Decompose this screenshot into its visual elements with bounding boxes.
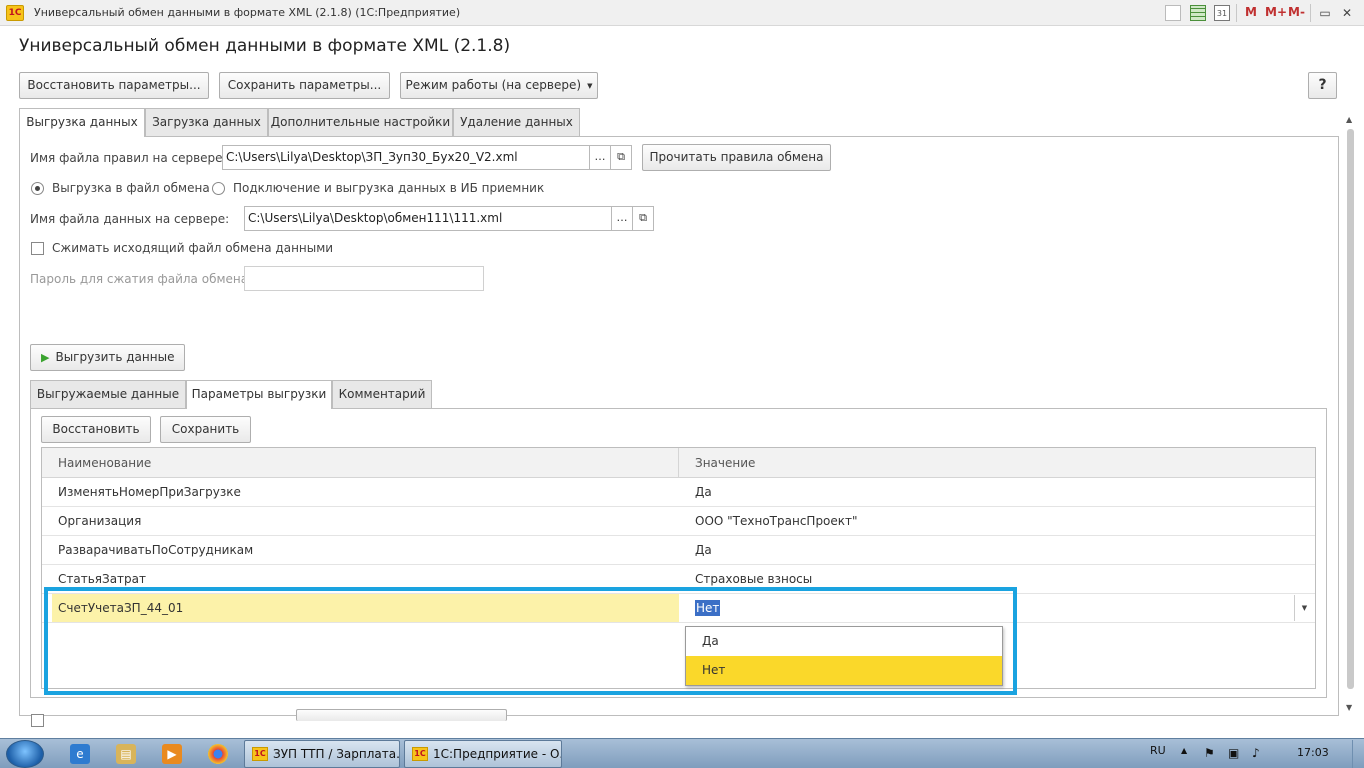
toolbar-separator xyxy=(1310,4,1311,22)
taskbar-window-1c-label: 1С:Предприятие - О... xyxy=(433,747,562,761)
column-header-name[interactable]: Наименование xyxy=(42,448,679,478)
window-title: Универсальный обмен данными в формате XM… xyxy=(34,6,461,19)
password-label: Пароль для сжатия файла обмена: xyxy=(30,272,253,286)
row-value: ООО "ТехноТрансПроект" xyxy=(695,514,858,528)
app-logo-icon: 1С xyxy=(6,5,24,21)
radio-export-to-file[interactable] xyxy=(31,182,44,195)
tab-delete-data[interactable]: Удаление данных xyxy=(453,108,580,136)
network-icon[interactable]: ▣ xyxy=(1228,746,1239,760)
m-plus-button[interactable]: M+ xyxy=(1265,5,1287,19)
tab-export-params[interactable]: Параметры выгрузки xyxy=(186,380,332,409)
calendar-icon[interactable]: 31 xyxy=(1214,5,1230,21)
debug-settings-button[interactable] xyxy=(296,709,507,721)
rules-file-label: Имя файла правил на сервере: xyxy=(30,151,227,165)
rules-file-input[interactable]: C:\Users\Lilya\Desktop\ЗП_Зуп30_Бух20_V2… xyxy=(222,145,590,170)
params-save-button[interactable]: Сохранить xyxy=(160,416,251,443)
play-icon: ▶ xyxy=(41,351,50,364)
m-button[interactable]: M xyxy=(1245,5,1257,19)
ie-icon[interactable]: e xyxy=(70,744,90,764)
taskbar-window-zup-label: ЗУП ТТП / Зарплата... xyxy=(273,747,400,761)
table-row[interactable]: ИзменятьНомерПриЗагрузке Да xyxy=(42,478,1315,507)
tab-import[interactable]: Загрузка данных xyxy=(145,108,268,136)
radio-connect-and-export-label: Подключение и выгрузка данных в ИБ прием… xyxy=(233,181,545,195)
m-minus-button[interactable]: M- xyxy=(1288,5,1305,19)
tray-expand-icon[interactable]: ▲ xyxy=(1181,746,1187,755)
mode-dropdown-button[interactable]: Режим работы (на сервере) ▼ xyxy=(400,72,598,99)
flag-icon[interactable]: ⚑ xyxy=(1204,746,1215,760)
app-logo-icon: 1С xyxy=(412,747,428,761)
toolbar-separator xyxy=(1236,4,1237,22)
restore-window-button[interactable]: ▭ xyxy=(1316,4,1334,22)
show-desktop-button[interactable] xyxy=(1352,740,1362,768)
start-button-icon[interactable] xyxy=(6,740,44,768)
taskbar-window-zup[interactable]: 1С ЗУП ТТП / Зарплата... xyxy=(244,740,400,768)
taskbar-window-1c[interactable]: 1С 1С:Предприятие - О... xyxy=(404,740,562,768)
table-icon[interactable] xyxy=(1190,5,1206,21)
row-value: Да xyxy=(695,485,712,499)
read-rules-button[interactable]: Прочитать правила обмена xyxy=(642,144,831,171)
form-title: Универсальный обмен данными в формате XM… xyxy=(19,36,511,56)
data-file-browse-button[interactable]: … xyxy=(611,206,633,231)
compress-checkbox[interactable] xyxy=(31,242,44,255)
volume-icon[interactable]: ♪ xyxy=(1252,746,1260,760)
row-name: ИзменятьНомерПриЗагрузке xyxy=(58,485,241,499)
document-icon[interactable] xyxy=(1165,5,1181,21)
form-scrollbar[interactable]: ▲ ▼ xyxy=(1344,115,1358,717)
row-value: Да xyxy=(695,543,712,557)
data-file-label: Имя файла данных на сервере: xyxy=(30,212,230,226)
debug-mode-checkbox[interactable] xyxy=(31,714,44,727)
scroll-up-icon[interactable]: ▲ xyxy=(1346,115,1352,124)
app-logo-icon: 1С xyxy=(252,747,268,761)
language-indicator[interactable]: RU xyxy=(1150,744,1166,757)
export-data-label: Выгрузить данные xyxy=(55,350,175,364)
scrollbar-thumb[interactable] xyxy=(1347,129,1354,689)
explorer-icon[interactable]: ▤ xyxy=(116,744,136,764)
save-params-button[interactable]: Сохранить параметры... xyxy=(219,72,390,99)
radio-connect-and-export[interactable] xyxy=(212,182,225,195)
mode-label: Режим работы (на сервере) xyxy=(405,78,582,92)
highlight-annotation-box xyxy=(44,587,1017,695)
password-input[interactable] xyxy=(244,266,484,291)
chrome-icon[interactable] xyxy=(208,744,228,764)
data-file-open-icon[interactable]: ⧉ xyxy=(632,206,654,231)
chevron-down-icon[interactable]: ▼ xyxy=(1294,595,1314,621)
tab-comment[interactable]: Комментарий xyxy=(332,380,432,408)
restore-params-button[interactable]: Восстановить параметры... xyxy=(19,72,209,99)
rules-file-open-icon[interactable]: ⧉ xyxy=(610,145,632,170)
tab-export[interactable]: Выгрузка данных xyxy=(19,108,145,137)
row-name: Организация xyxy=(58,514,142,528)
tab-additional-settings[interactable]: Дополнительные настройки xyxy=(268,108,453,136)
chevron-down-icon: ▼ xyxy=(587,81,593,90)
compress-label: Сжимать исходящий файл обмена данными xyxy=(52,241,334,255)
close-window-button[interactable]: ✕ xyxy=(1338,4,1356,22)
clock[interactable]: 17:03 xyxy=(1297,746,1329,759)
table-row[interactable]: Организация ООО "ТехноТрансПроект" xyxy=(42,507,1315,536)
tab-exported-data[interactable]: Выгружаемые данные xyxy=(30,380,186,408)
params-restore-button[interactable]: Восстановить xyxy=(41,416,151,443)
scroll-down-icon[interactable]: ▼ xyxy=(1346,703,1352,712)
row-name: РазварачиватьПоСотрудникам xyxy=(58,543,254,557)
column-header-value[interactable]: Значение xyxy=(679,448,1315,478)
media-player-icon[interactable]: ▶ xyxy=(162,744,182,764)
help-button[interactable]: ? xyxy=(1308,72,1337,99)
radio-export-to-file-label: Выгрузка в файл обмена xyxy=(52,181,210,195)
table-row[interactable]: РазварачиватьПоСотрудникам Да xyxy=(42,536,1315,565)
params-table-header: Наименование Значение xyxy=(42,448,1315,478)
export-data-button[interactable]: ▶ Выгрузить данные xyxy=(30,344,185,371)
rules-file-browse-button[interactable]: … xyxy=(589,145,611,170)
data-file-input[interactable]: C:\Users\Lilya\Desktop\обмен111\111.xml xyxy=(244,206,612,231)
